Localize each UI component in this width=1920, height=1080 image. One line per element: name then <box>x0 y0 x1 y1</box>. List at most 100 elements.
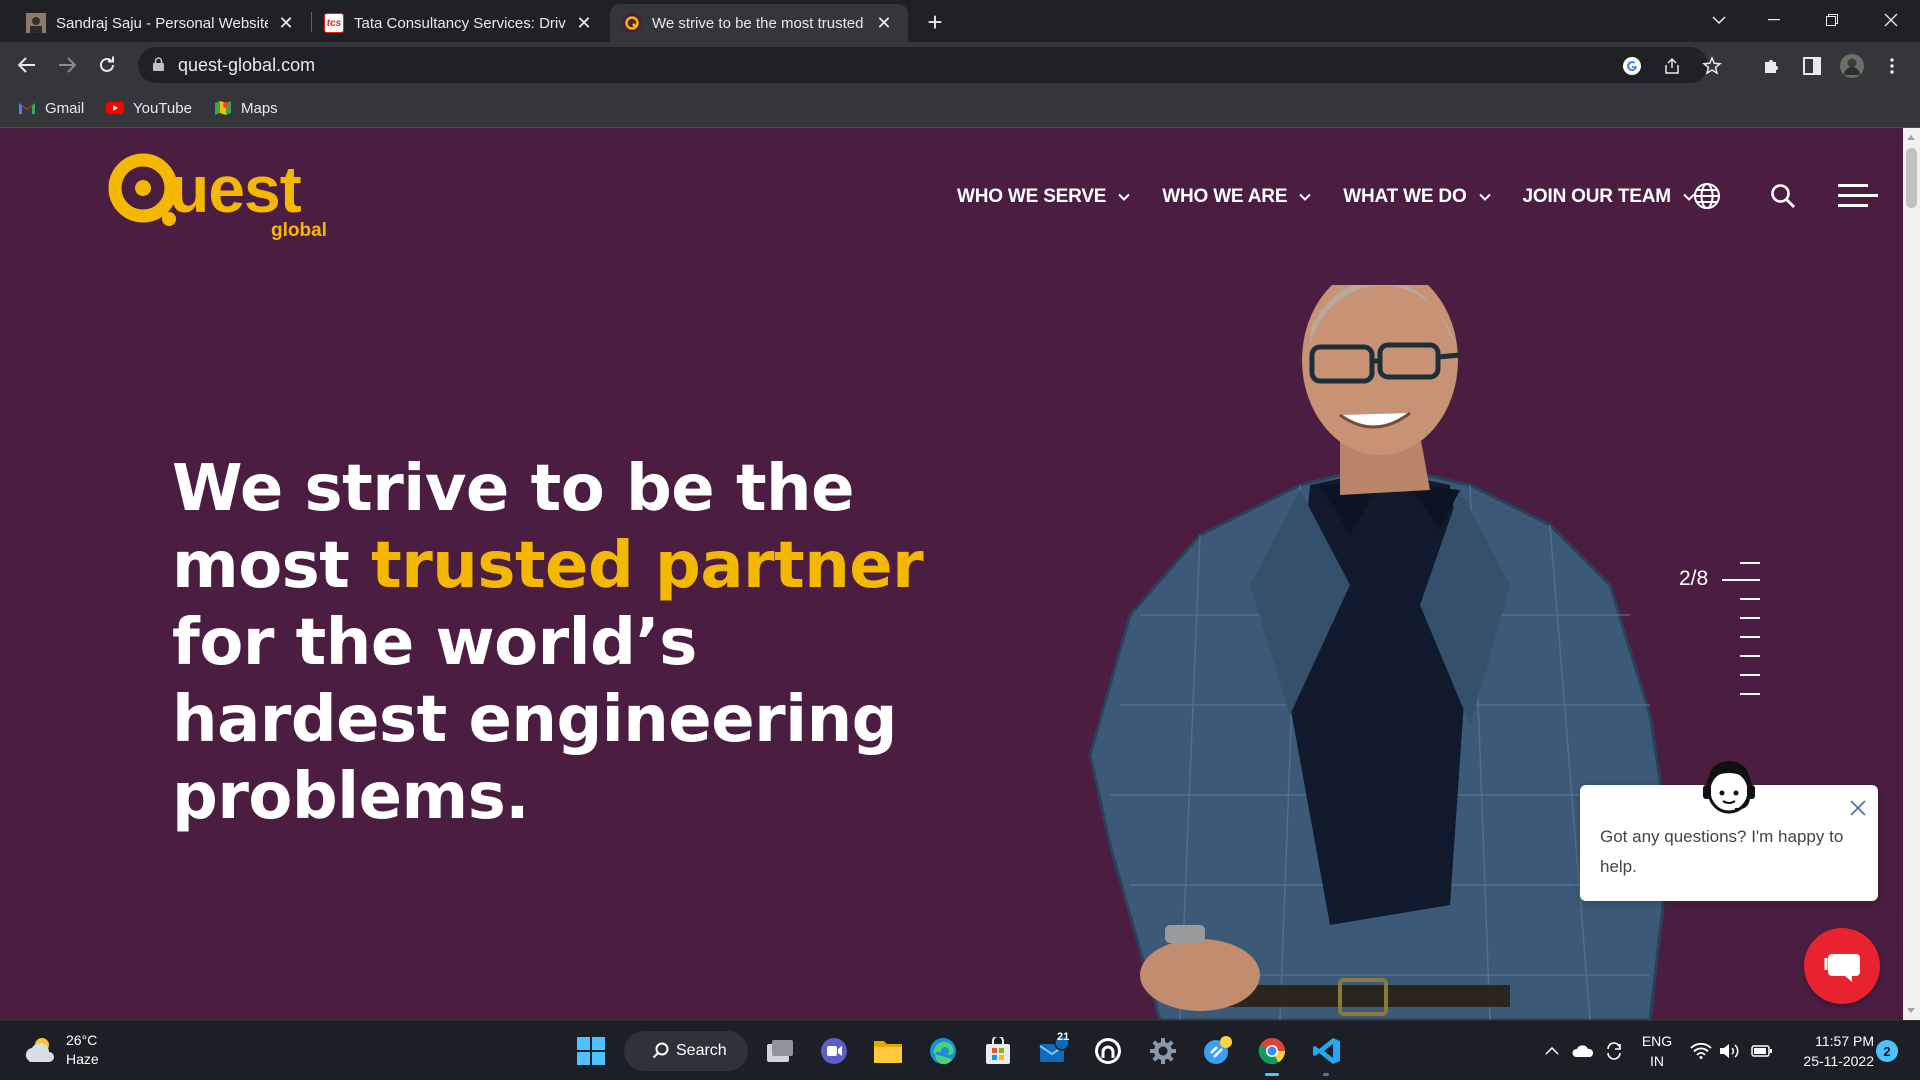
clock-time: 11:57 PM <box>1815 1033 1874 1049</box>
hero-text: most <box>172 529 372 603</box>
browser-toolbar: quest-global.com <box>0 42 1920 88</box>
main-navigation: WHO WE SERVE WHO WE ARE WHAT WE DO JOIN … <box>957 185 1695 209</box>
language-line1: ENG <box>1641 1033 1673 1049</box>
forward-button[interactable] <box>51 49 83 81</box>
edge-browser-icon[interactable] <box>923 1031 963 1071</box>
close-icon[interactable] <box>1850 800 1866 821</box>
running-indicator <box>1323 1073 1329 1076</box>
notification-badge[interactable]: 2 <box>1876 1040 1898 1062</box>
nav-what-we-do[interactable]: WHAT WE DO <box>1343 186 1491 208</box>
nav-label: JOIN OUR TEAM <box>1522 186 1672 207</box>
clock-date: 25-11-2022 <box>1803 1053 1874 1069</box>
close-window-button[interactable] <box>1862 0 1920 40</box>
slider-dot-7[interactable] <box>1740 674 1760 676</box>
bookmark-label: Maps <box>241 99 278 117</box>
bookmark-youtube[interactable]: YouTube <box>106 96 192 120</box>
show-hidden-icons-chevron-icon[interactable] <box>1534 1031 1570 1071</box>
reload-button[interactable] <box>91 49 123 81</box>
mail-badge: 21 <box>1057 1031 1070 1043</box>
windows-logo-icon <box>577 1037 605 1065</box>
file-explorer-icon[interactable] <box>868 1031 908 1071</box>
bookmarks-bar: Gmail YouTube Maps <box>0 88 1920 128</box>
logo-wordmark: uest <box>169 152 302 226</box>
hero-line: most trusted partner <box>172 528 924 605</box>
slider-dot-3[interactable] <box>1740 598 1760 600</box>
running-indicator <box>1265 1073 1279 1076</box>
chrome-icon[interactable] <box>1252 1031 1292 1071</box>
close-icon[interactable]: ✕ <box>574 13 594 33</box>
sync-icon[interactable] <box>1597 1031 1631 1071</box>
tab-search-chevron-icon[interactable] <box>1690 0 1748 40</box>
slider-dot-2[interactable] <box>1722 579 1760 581</box>
bookmark-star-icon[interactable] <box>1701 55 1723 77</box>
globe-icon[interactable] <box>1692 181 1722 211</box>
share-icon[interactable] <box>1661 55 1683 77</box>
tab-sandraj[interactable]: Sandraj Saju - Personal Website ✕ <box>14 4 310 42</box>
clock[interactable]: 11:57 PM 25-11-2022 <box>1784 1031 1874 1071</box>
search-label: Search <box>676 1042 727 1059</box>
slider-indicator: 2/8 <box>1679 567 1709 590</box>
scroll-up-icon[interactable] <box>1907 135 1915 140</box>
close-icon[interactable]: ✕ <box>874 13 894 33</box>
extensions-icon[interactable] <box>1760 54 1784 78</box>
bookmark-gmail[interactable]: Gmail <box>18 96 84 120</box>
chevron-down-icon <box>1478 193 1491 201</box>
nav-who-we-are[interactable]: WHO WE ARE <box>1162 186 1312 208</box>
vscode-icon[interactable] <box>1307 1031 1347 1071</box>
slider-dot-6[interactable] <box>1740 655 1760 657</box>
volume-icon[interactable] <box>1713 1031 1747 1071</box>
bookmark-maps[interactable]: Maps <box>214 96 278 120</box>
scrollbar-thumb[interactable] <box>1906 148 1917 208</box>
nav-join-our-team[interactable]: JOIN OUR TEAM <box>1523 186 1695 208</box>
address-bar[interactable]: quest-global.com <box>138 47 1722 83</box>
task-view-icon[interactable] <box>760 1031 800 1071</box>
hero-person-image <box>1088 285 1672 1020</box>
restore-button[interactable] <box>1803 0 1861 40</box>
page-scrollbar[interactable] <box>1903 128 1920 1020</box>
start-button[interactable] <box>571 1031 611 1071</box>
quest-global-logo[interactable]: uest global <box>105 150 345 242</box>
minimize-button[interactable] <box>1745 0 1803 40</box>
chat-launcher-button[interactable] <box>1804 928 1880 1004</box>
tcs-logo-icon: tcs <box>324 13 344 33</box>
hamburger-menu-icon[interactable] <box>1838 180 1878 212</box>
github-desktop-icon[interactable] <box>1088 1031 1128 1071</box>
language-line2: IN <box>1650 1053 1664 1069</box>
lock-icon[interactable] <box>153 57 164 76</box>
gmail-icon <box>18 99 36 117</box>
hero-highlight: trusted partner <box>371 529 924 603</box>
weather-widget[interactable]: 26°C Haze <box>22 1031 99 1069</box>
close-icon[interactable]: ✕ <box>276 13 296 33</box>
slider-dot-5[interactable] <box>1740 636 1760 638</box>
scroll-down-icon[interactable] <box>1907 1008 1915 1013</box>
onedrive-cloud-icon[interactable] <box>1566 1031 1600 1071</box>
chevron-down-icon <box>1299 193 1312 201</box>
slider-dot-8[interactable] <box>1740 693 1760 695</box>
tab-tcs[interactable]: tcs Tata Consultancy Services: Driving ✕ <box>312 4 608 42</box>
settings-gear-icon[interactable] <box>1143 1031 1183 1071</box>
mail-icon[interactable]: 21 <box>1034 1031 1074 1071</box>
teams-chat-icon[interactable] <box>814 1031 854 1071</box>
battery-icon[interactable] <box>1745 1031 1779 1071</box>
language-indicator[interactable]: ENG IN <box>1637 1031 1677 1071</box>
hero-line: hardest engineering <box>172 683 897 757</box>
back-button[interactable] <box>11 49 43 81</box>
new-tab-button[interactable]: + <box>921 7 949 37</box>
chat-message: Got any questions? I'm happy to help. <box>1600 827 1844 876</box>
side-panel-icon[interactable] <box>1800 54 1824 78</box>
search-icon[interactable] <box>1768 181 1798 211</box>
nav-who-we-serve[interactable]: WHO WE SERVE <box>957 186 1130 208</box>
taskbar-search[interactable]: Search <box>624 1031 748 1071</box>
slider-dot-4[interactable] <box>1740 617 1760 619</box>
microsoft-store-icon[interactable] <box>978 1031 1018 1071</box>
tab-title: Tata Consultancy Services: Driving <box>354 14 566 32</box>
tab-quest[interactable]: We strive to be the most trusted ✕ <box>610 4 908 42</box>
slider-dot-1[interactable] <box>1740 562 1760 564</box>
url-text[interactable]: quest-global.com <box>178 55 315 76</box>
menu-kebab-icon[interactable] <box>1880 54 1904 78</box>
quick-assist-icon[interactable] <box>1198 1031 1238 1071</box>
tab-bar: Sandraj Saju - Personal Website ✕ tcs Ta… <box>0 0 1920 42</box>
hero-headline: We strive to be the most trusted partner… <box>172 451 924 836</box>
google-icon[interactable] <box>1621 55 1643 77</box>
profile-avatar[interactable] <box>1840 54 1864 78</box>
